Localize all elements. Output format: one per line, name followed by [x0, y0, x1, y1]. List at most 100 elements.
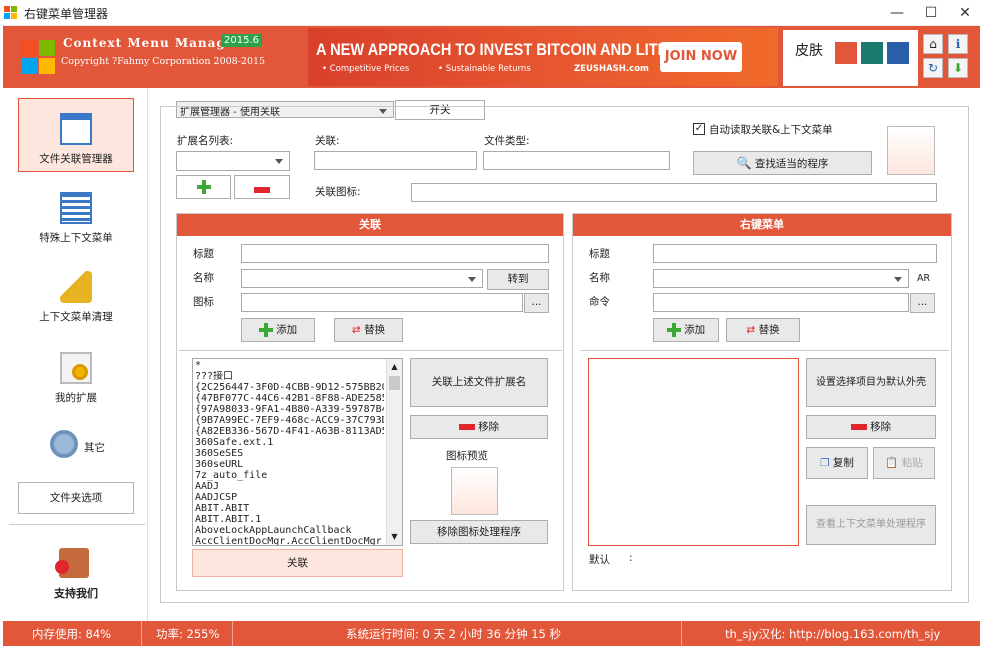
ad-join-button[interactable]: JOIN NOW: [660, 42, 742, 72]
auto-read-checkbox[interactable]: ✓: [693, 123, 705, 135]
set-default-button[interactable]: 设置选择项目为默认外壳: [806, 358, 936, 407]
assoc-ext-button[interactable]: 关联上述文件扩展名: [410, 358, 548, 407]
app-icon: [4, 6, 18, 20]
default-value: :: [629, 552, 633, 564]
ext-listbox[interactable]: * ???接口 {2C256447-3F0D-4CBB-9D12-575BB20 {4…: [192, 358, 403, 546]
list-item[interactable]: {A82EB336-567D-4F41-A63B-8113AD5: [195, 426, 384, 437]
assoc-icon-label: 关联图标:: [315, 186, 361, 198]
list-item[interactable]: AADJCSP: [195, 492, 384, 503]
list-item[interactable]: 360Safe.ext.1: [195, 437, 384, 448]
assoc-replace-button[interactable]: ⇄ 替换: [334, 318, 403, 342]
copy-button[interactable]: ❐ 复制: [806, 447, 868, 479]
menu-remove-button[interactable]: 移除: [806, 415, 936, 439]
assoc-browse-button[interactable]: ...: [524, 293, 549, 313]
menu-browse-button[interactable]: ...: [910, 293, 935, 313]
ad-banner[interactable]: A NEW APPROACH TO INVEST BITCOIN AND LIT…: [308, 28, 778, 86]
assoc-add-button[interactable]: 添加: [241, 318, 315, 342]
info-icon[interactable]: ℹ: [948, 34, 968, 54]
home-icon[interactable]: ⌂: [923, 34, 943, 54]
listbox-scrollbar[interactable]: ▲ ▼: [386, 359, 402, 545]
special-menu-icon: [60, 192, 92, 224]
list-item[interactable]: *: [195, 360, 384, 371]
menu-listbox[interactable]: [588, 358, 799, 546]
menu-divider: [580, 350, 949, 351]
broom-icon: [60, 271, 92, 303]
sidebar-item-label: 文件关联管理器: [39, 153, 113, 165]
assoc-name-select[interactable]: [241, 269, 483, 288]
sidebar-item-label: 特殊上下文菜单: [39, 232, 113, 244]
support-us-link[interactable]: 支持我们: [18, 585, 134, 601]
menu-cmd-label: 命令: [589, 296, 610, 308]
filetype-field[interactable]: [483, 151, 670, 170]
skin-swatch-teal[interactable]: [861, 42, 883, 64]
goto-button[interactable]: 转到: [487, 269, 549, 290]
list-item[interactable]: {2C256447-3F0D-4CBB-9D12-575BB20: [195, 382, 384, 393]
plus-icon: [258, 323, 273, 337]
app-name: Context Menu Manager: [63, 36, 242, 50]
list-item[interactable]: {47BF077C-44C6-42B1-8F88-ADE2585: [195, 393, 384, 404]
menu-replace-button[interactable]: ⇄ 替换: [726, 318, 800, 342]
skin-panel: 皮肤: [783, 30, 918, 86]
sidebar-item-special-menu[interactable]: 特殊上下文菜单: [18, 192, 134, 252]
menu-add-button[interactable]: 添加: [653, 318, 719, 342]
assoc-button[interactable]: 关联: [192, 549, 403, 577]
list-item[interactable]: 7z_auto_file: [195, 470, 384, 481]
copyright-text: Copyright ?Fahmy Corporation 2008-2015: [61, 56, 266, 67]
remove-ext-button[interactable]: [234, 175, 290, 199]
download-icon[interactable]: ⬇: [948, 58, 968, 78]
memory-status: 内存使用: 84%: [32, 627, 112, 641]
list-item[interactable]: ABIT.ABIT.1: [195, 514, 384, 525]
list-item[interactable]: 360seURL: [195, 459, 384, 470]
plus-icon: [666, 323, 681, 337]
skin-swatch-blue[interactable]: [887, 42, 909, 64]
menu-remove-label: 移除: [870, 421, 892, 433]
replace-icon: ⇄: [351, 324, 361, 336]
assoc-icon-preview: [887, 126, 935, 175]
assoc-icon-path-field[interactable]: [241, 293, 523, 312]
menu-title-field[interactable]: [653, 244, 937, 263]
assoc-title-label: 标题: [193, 248, 214, 260]
list-item[interactable]: AccClientDocMgr.AccClientDocMgr: [195, 536, 384, 545]
sidebar-divider: [9, 524, 145, 525]
list-item[interactable]: ABIT.ABIT: [195, 503, 384, 514]
assoc-field[interactable]: [314, 151, 477, 170]
list-item[interactable]: 360SeSES: [195, 448, 384, 459]
list-item[interactable]: {9B7A99EC-7EF9-468c-ACC9-37C793D: [195, 415, 384, 426]
scroll-up-icon[interactable]: ▲: [387, 359, 402, 375]
sidebar-item-my-extensions[interactable]: 我的扩展: [18, 352, 134, 412]
assoc-remove-button[interactable]: 移除: [410, 415, 548, 439]
menu-add-label: 添加: [684, 324, 706, 336]
sidebar-item-menu-cleanup[interactable]: 上下文菜单清理: [18, 271, 134, 331]
remove-icon-handler-button[interactable]: 移除图标处理程序: [410, 520, 548, 544]
list-item[interactable]: AboveLockAppLaunchCallback: [195, 525, 384, 536]
ad-point-2: • Sustainable Returns: [438, 64, 531, 74]
refresh-icon[interactable]: ↻: [923, 58, 943, 78]
menu-cmd-field[interactable]: [653, 293, 909, 312]
folder-options-button[interactable]: 文件夹选项: [18, 482, 134, 514]
list-item[interactable]: ???接口: [195, 371, 384, 382]
maximize-button[interactable]: ☐: [914, 0, 948, 26]
menu-name-select[interactable]: [653, 269, 909, 288]
add-ext-button[interactable]: [176, 175, 231, 199]
version-badge: 2015.6: [221, 34, 262, 47]
default-label: 默认: [589, 554, 610, 566]
assoc-name-label: 名称: [193, 272, 214, 284]
assoc-icon-field[interactable]: [411, 183, 937, 202]
view-handler-button[interactable]: 查看上下文菜单处理程序: [806, 505, 936, 545]
list-item[interactable]: {97A98033-9FA1-4B80-A339-59787B4: [195, 404, 384, 415]
paste-button[interactable]: 📋 粘贴: [873, 447, 935, 479]
sidebar-item-other[interactable]: 其它: [18, 430, 134, 464]
scroll-down-icon[interactable]: ▼: [387, 529, 402, 545]
scroll-thumb[interactable]: [389, 376, 400, 390]
ad-brand: ZEUSHASH.com: [574, 64, 649, 74]
list-item[interactable]: AADJ: [195, 481, 384, 492]
title-bar: 右键菜单管理器 — ☐ ✕: [0, 0, 983, 26]
minus-icon: [254, 187, 270, 193]
sidebar-item-file-association[interactable]: 文件关联管理器: [18, 98, 134, 172]
minimize-button[interactable]: —: [880, 0, 914, 26]
ext-list-select[interactable]: [176, 151, 290, 171]
close-button[interactable]: ✕: [948, 0, 982, 26]
skin-swatch-orange[interactable]: [835, 42, 857, 64]
assoc-title-field[interactable]: [241, 244, 549, 263]
find-program-button[interactable]: 🔍 查找适当的程序: [693, 151, 872, 175]
